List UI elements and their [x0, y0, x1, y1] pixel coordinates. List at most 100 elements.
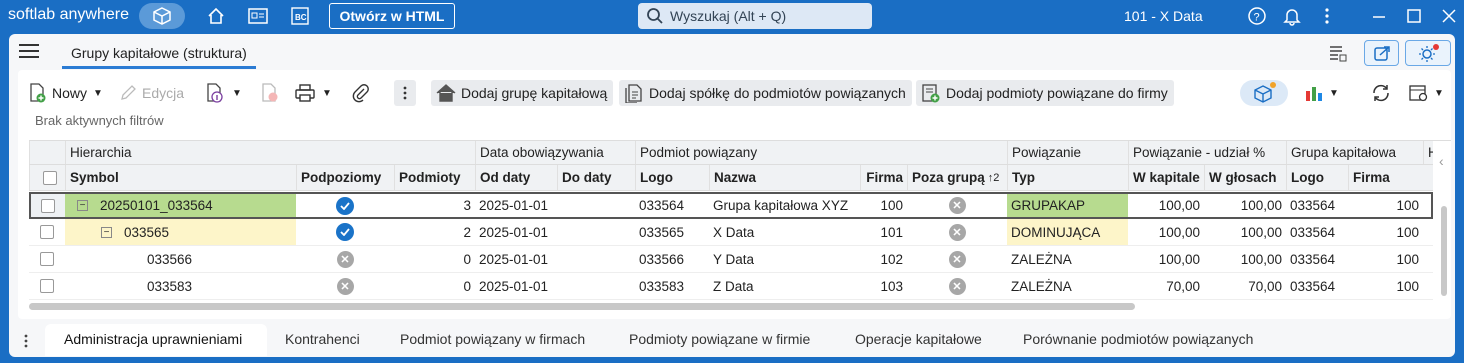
- cell-outside-group: ✕: [907, 246, 1007, 272]
- menu-icon[interactable]: [19, 44, 39, 60]
- col-name[interactable]: Nazwa: [709, 165, 860, 190]
- row-checkbox[interactable]: [29, 246, 65, 272]
- new-button[interactable]: Nowy ▼: [26, 80, 103, 106]
- cube-toggle-icon[interactable]: [139, 3, 185, 29]
- cell-symbol: 033583: [147, 278, 193, 294]
- col-firm[interactable]: Firma: [860, 165, 907, 190]
- maximize-icon[interactable]: [1401, 4, 1427, 28]
- bottom-tab-related-in-firm[interactable]: Podmioty powiązane w firmie: [629, 331, 810, 347]
- add-related-button[interactable]: Dodaj podmioty powiązane do firmy: [916, 80, 1174, 106]
- collapse-icon[interactable]: −: [77, 200, 88, 211]
- cell-group-logo: 033564: [1290, 224, 1336, 240]
- row-checkbox[interactable]: [31, 194, 65, 217]
- cell-sublevels: ✕: [296, 246, 394, 272]
- cell-firm: 103: [880, 278, 903, 294]
- col-group-logo[interactable]: Logo: [1286, 165, 1348, 190]
- horizontal-scrollbar[interactable]: [29, 303, 1135, 310]
- row-checkbox[interactable]: [29, 219, 65, 245]
- add-group-button[interactable]: Dodaj grupę kapitałową: [431, 80, 614, 106]
- view-settings-button[interactable]: ▼: [1408, 80, 1444, 106]
- group-header-group: Grupa kapitałowa: [1286, 141, 1423, 164]
- tab-underline: [62, 66, 256, 69]
- table-row[interactable]: − 20250101_033564 3 2025-01-01 033564 Gr…: [29, 192, 1433, 219]
- home-icon[interactable]: [203, 4, 229, 28]
- col-sublevels[interactable]: Podpoziomy: [296, 165, 394, 190]
- collapse-icon[interactable]: −: [101, 226, 112, 238]
- chart-button[interactable]: ▼: [1303, 80, 1339, 106]
- cell-to-date: [557, 246, 635, 272]
- bell-icon[interactable]: [1279, 4, 1305, 28]
- cell-symbol: 033566: [147, 251, 193, 267]
- search-icon: [647, 8, 663, 24]
- col-outside-group[interactable]: Poza grupą ↑2: [907, 165, 1007, 190]
- col-from-date[interactable]: Od daty: [475, 165, 557, 190]
- company-selector[interactable]: 101 - X Data: [1124, 8, 1203, 24]
- chevron-down-icon: ▼: [1434, 87, 1444, 99]
- refresh-button[interactable]: [1370, 80, 1392, 106]
- cell-firm: 102: [880, 251, 903, 267]
- col-symbol[interactable]: Symbol: [65, 165, 296, 190]
- documents-icon: [625, 84, 642, 103]
- cell-firm: 100: [880, 198, 903, 213]
- minimize-icon[interactable]: [1366, 4, 1392, 28]
- cell-capital: 100,00: [1158, 251, 1200, 267]
- theme-toggle-button[interactable]: [1405, 40, 1451, 66]
- bottom-tab-related-in-firms[interactable]: Podmiot powiązany w firmach: [400, 331, 585, 347]
- tab-grupy-kapitalowe[interactable]: Grupy kapitałowe (struktura): [71, 45, 247, 61]
- chevron-down-icon: ▼: [93, 87, 103, 99]
- table-row[interactable]: − 033565 2 2025-01-01 033565 X Data 101 …: [29, 219, 1433, 246]
- more-vertical-icon[interactable]: [23, 333, 29, 352]
- print-button[interactable]: ▼: [294, 80, 332, 106]
- bottom-tab-comparison[interactable]: Porównanie podmiotów powiązanych: [1023, 331, 1253, 347]
- table-row[interactable]: 033566 ✕ 0 2025-01-01 033566 Y Data 102 …: [29, 246, 1433, 273]
- add-list-icon: [922, 84, 940, 103]
- cube-icon: [1254, 82, 1276, 103]
- group-header-validity: Data obowiązywania: [475, 141, 635, 164]
- list-settings-icon[interactable]: [1325, 41, 1351, 65]
- delete-button[interactable]: [259, 80, 281, 106]
- open-in-html-button[interactable]: Otwórz w HTML: [329, 3, 455, 29]
- col-votes[interactable]: W głosach: [1204, 165, 1286, 190]
- cell-capital: 70,00: [1166, 278, 1200, 294]
- bottom-tab-contractors[interactable]: Kontrahenci: [285, 331, 360, 347]
- card-icon[interactable]: [245, 4, 271, 28]
- cell-type: GRUPAKAP: [1007, 194, 1128, 217]
- table-row[interactable]: 033583 ✕ 0 2025-01-01 033583 Z Data 103 …: [29, 273, 1433, 300]
- add-company-button[interactable]: Dodaj spółkę do podmiotów powiązanych: [619, 80, 912, 106]
- bottom-tab-admin[interactable]: Administracja uprawnieniami: [64, 331, 242, 347]
- search-input[interactable]: Wyszukaj (Alt + Q): [638, 3, 872, 29]
- search-placeholder: Wyszukaj (Alt + Q): [670, 8, 787, 24]
- filters-status: Brak aktywnych filtrów: [35, 113, 164, 128]
- svg-text:BC: BC: [295, 13, 307, 22]
- bc-icon[interactable]: BC: [287, 4, 313, 28]
- more-vertical-icon[interactable]: [1314, 4, 1340, 28]
- info-button[interactable]: ▼: [204, 80, 242, 106]
- cell-group-firm: 100: [1396, 224, 1419, 240]
- cell-group-logo: 033564: [1290, 251, 1336, 267]
- cell-group-logo: 033564: [1290, 278, 1336, 294]
- row-checkbox[interactable]: [29, 273, 65, 299]
- col-type[interactable]: Typ: [1007, 165, 1128, 190]
- col-to-date[interactable]: Do daty: [557, 165, 635, 190]
- col-entities[interactable]: Podmioty: [394, 165, 475, 190]
- cell-name: Grupa kapitałowa XYZ: [713, 198, 849, 213]
- view-toggle-button[interactable]: [1240, 80, 1288, 106]
- col-group-firm[interactable]: Firma: [1348, 165, 1423, 190]
- x-circle-icon: ✕: [336, 277, 354, 295]
- close-icon[interactable]: [1436, 4, 1462, 28]
- edit-button[interactable]: Edycja: [118, 80, 184, 106]
- col-logo[interactable]: Logo: [635, 165, 709, 190]
- help-icon[interactable]: ?: [1244, 4, 1270, 28]
- attachment-button[interactable]: [352, 80, 370, 106]
- vertical-scrollbar[interactable]: [1441, 206, 1447, 296]
- edit-label: Edycja: [142, 85, 185, 101]
- bottom-tab-capital-ops[interactable]: Operacje kapitałowe: [855, 331, 982, 347]
- col-capital[interactable]: W kapitale: [1128, 165, 1204, 190]
- more-actions-button[interactable]: [394, 80, 416, 106]
- cell-to-date: [557, 194, 635, 217]
- share-button[interactable]: [1364, 40, 1399, 66]
- select-all-checkbox[interactable]: [29, 165, 65, 190]
- scroll-left-icon[interactable]: ‹: [1439, 153, 1444, 169]
- delete-document-icon: [262, 83, 278, 102]
- header-spacer: [29, 141, 65, 164]
